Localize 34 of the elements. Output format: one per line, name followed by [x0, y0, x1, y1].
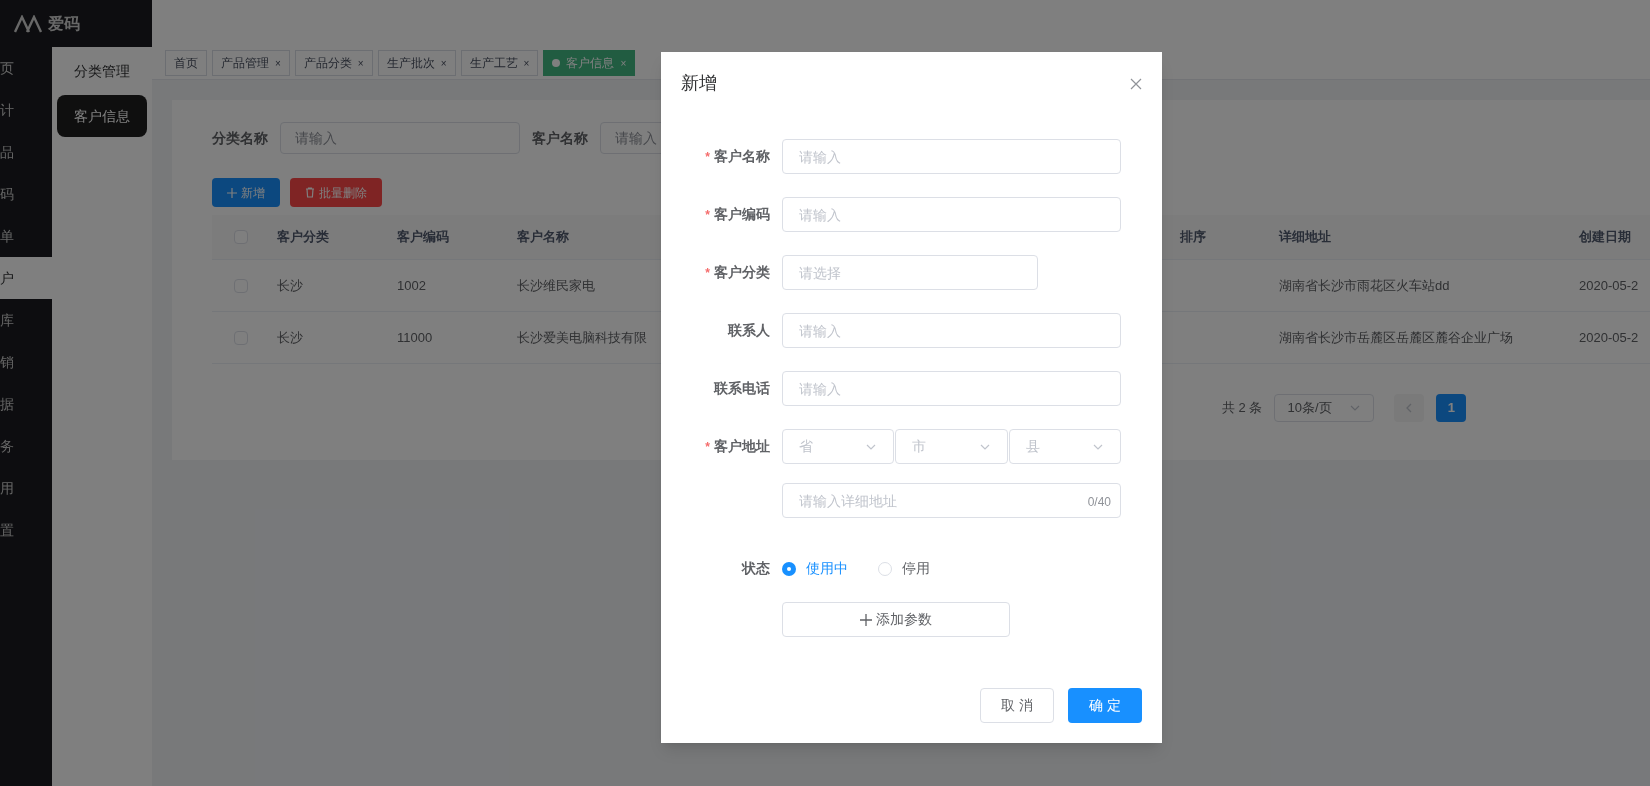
logo-text: 爱码: [48, 13, 80, 34]
required-mark: *: [705, 438, 710, 456]
table-cell: 长沙: [277, 277, 303, 293]
field-label: 状态: [742, 559, 770, 578]
filter-label: 分类名称: [212, 128, 268, 148]
table-cell: 湖南省长沙市雨花区火车站dd: [1279, 277, 1450, 293]
required-mark: *: [705, 206, 710, 224]
column-header: 排序: [1180, 229, 1206, 245]
char-counter: 0/40: [1087, 494, 1111, 511]
table-cell: 2020-05-2: [1579, 277, 1639, 293]
field-label: 联系电话: [714, 379, 770, 398]
field-label: 客户编码: [714, 205, 770, 224]
table-cell: 长沙: [277, 329, 303, 345]
table-cell: 11000: [397, 329, 433, 345]
field-label: 客户地址: [714, 437, 770, 456]
total-count: 共 2 条: [1222, 399, 1263, 418]
filter-label: 客户名称: [532, 128, 588, 148]
column-header: 客户分类: [277, 229, 329, 245]
subnav-title: 分类管理: [74, 61, 130, 81]
dialog-title: 新增: [681, 72, 717, 95]
required-mark: *: [705, 264, 710, 282]
field-label: 联系人: [728, 321, 770, 340]
field-label: 客户名称: [714, 147, 770, 166]
column-header: 客户编码: [397, 229, 449, 245]
column-header: 详细地址: [1279, 229, 1331, 245]
table-cell: 1002: [397, 277, 426, 293]
required-mark: *: [705, 148, 710, 166]
table-cell: 2020-05-2: [1579, 329, 1639, 345]
table-cell: 湖南省长沙市岳麓区岳麓区麓谷企业广场: [1279, 329, 1513, 345]
column-header: 创建日期: [1579, 229, 1631, 245]
table-cell: 长沙维民家电: [517, 277, 595, 293]
field-label: 客户分类: [714, 263, 770, 282]
column-header: 客户名称: [517, 229, 569, 245]
table-cell: 长沙爱美电脑科技有限: [517, 329, 647, 345]
